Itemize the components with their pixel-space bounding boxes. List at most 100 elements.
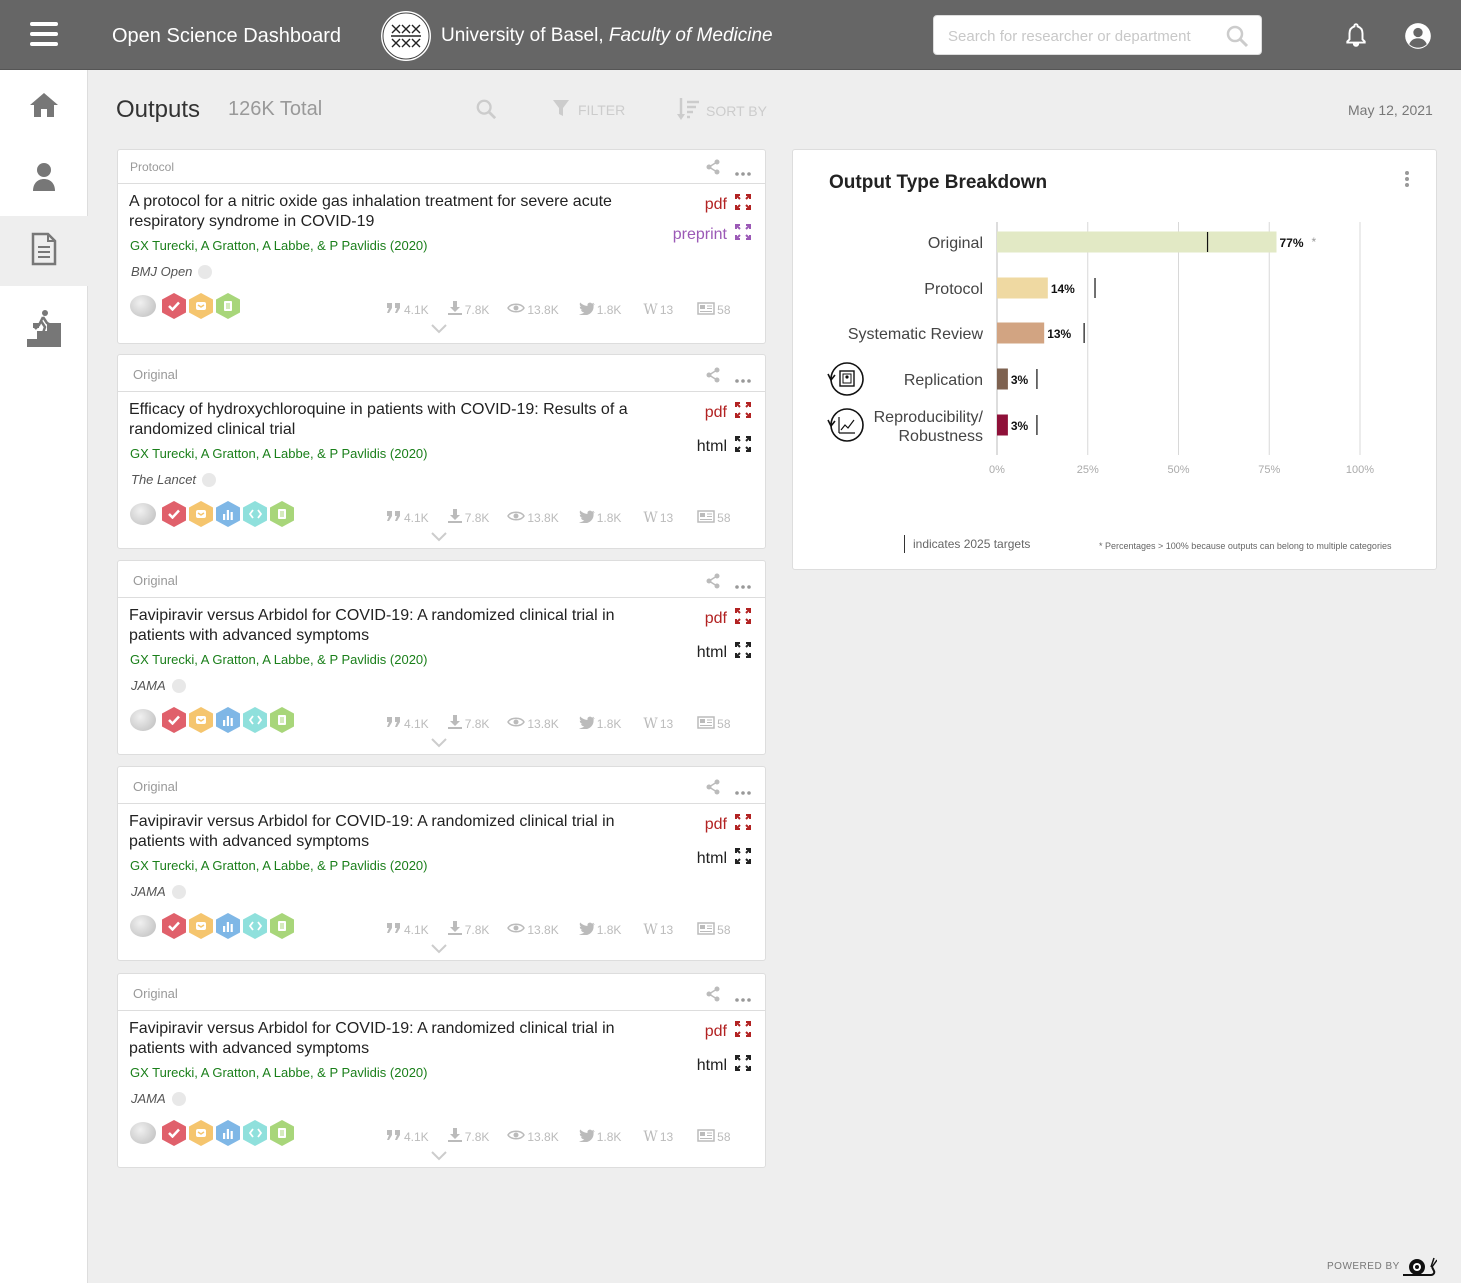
pdf-link[interactable]: pdf xyxy=(705,194,751,215)
wiki-metric[interactable]: W 13 xyxy=(643,1129,673,1145)
views-metric[interactable]: 13.8K xyxy=(507,716,559,731)
open-code-badge-icon[interactable] xyxy=(243,913,267,939)
output-title[interactable]: Favipiravir versus Arbidol for COVID-19:… xyxy=(129,812,669,852)
preregistration-badge-icon[interactable] xyxy=(270,501,294,527)
more-horizontal-icon[interactable] xyxy=(735,784,751,798)
open-data-badge-icon[interactable] xyxy=(216,913,240,939)
preregistration-badge-icon[interactable] xyxy=(270,913,294,939)
search-input[interactable] xyxy=(948,25,1218,47)
expand-card-chevron-icon[interactable] xyxy=(431,529,447,547)
sidebar-item-progress[interactable] xyxy=(0,296,88,366)
pdf-link[interactable]: pdf xyxy=(705,608,751,629)
downloads-metric[interactable]: 7.8K xyxy=(447,1128,489,1145)
citations-metric[interactable]: 4.1K xyxy=(386,922,429,937)
wiki-metric[interactable]: W 13 xyxy=(643,922,673,938)
output-card[interactable]: Original Favipiravir versus Arbidol for C… xyxy=(117,973,766,1168)
views-metric[interactable]: 13.8K xyxy=(507,922,559,937)
open-materials-badge-icon[interactable] xyxy=(189,501,213,527)
filter-button[interactable]: FILTER xyxy=(552,98,625,121)
html-link[interactable]: html xyxy=(697,436,751,457)
preregistration-badge-icon[interactable] xyxy=(270,1120,294,1146)
expand-card-chevron-icon[interactable] xyxy=(431,941,447,959)
notifications-bell-icon[interactable] xyxy=(1343,22,1369,53)
open-code-badge-icon[interactable] xyxy=(243,1120,267,1146)
sidebar-item-home[interactable] xyxy=(0,72,88,142)
tweets-metric[interactable]: 1.8K xyxy=(578,510,621,526)
output-card[interactable]: Original Favipiravir versus Arbidol for C… xyxy=(117,560,766,755)
more-horizontal-icon[interactable] xyxy=(735,165,751,179)
hamburger-menu-icon[interactable] xyxy=(30,22,58,46)
share-icon[interactable] xyxy=(705,367,721,388)
downloads-metric[interactable]: 7.8K xyxy=(447,715,489,732)
expand-card-chevron-icon[interactable] xyxy=(431,321,447,339)
downloads-metric[interactable]: 7.8K xyxy=(447,921,489,938)
output-card[interactable]: Original Favipiravir versus Arbidol for C… xyxy=(117,766,766,961)
open-data-badge-icon[interactable] xyxy=(216,1120,240,1146)
output-title[interactable]: A protocol for a nitric oxide gas inhala… xyxy=(129,192,669,232)
user-account-icon[interactable] xyxy=(1404,22,1432,55)
peer-review-badge-icon[interactable] xyxy=(162,501,186,527)
share-icon[interactable] xyxy=(705,986,721,1007)
news-metric[interactable]: 58 xyxy=(697,1128,731,1145)
peer-review-badge-icon[interactable] xyxy=(162,707,186,733)
open-materials-badge-icon[interactable] xyxy=(189,913,213,939)
output-authors[interactable]: GX Turecki, A Gratton, A Labbe, & P Pavl… xyxy=(130,238,427,253)
altmetric-sphere-icon[interactable] xyxy=(130,1122,156,1144)
share-icon[interactable] xyxy=(705,573,721,594)
wiki-metric[interactable]: W 13 xyxy=(643,716,673,732)
open-data-badge-icon[interactable] xyxy=(216,707,240,733)
open-code-badge-icon[interactable] xyxy=(243,707,267,733)
output-title[interactable]: Favipiravir versus Arbidol for COVID-19:… xyxy=(129,606,669,646)
news-metric[interactable]: 58 xyxy=(697,301,731,318)
news-metric[interactable]: 58 xyxy=(697,921,731,938)
expand-card-chevron-icon[interactable] xyxy=(431,735,447,753)
open-data-badge-icon[interactable] xyxy=(216,501,240,527)
sidebar-item-outputs[interactable] xyxy=(0,216,88,286)
output-authors[interactable]: GX Turecki, A Gratton, A Labbe, & P Pavl… xyxy=(130,446,427,461)
citations-metric[interactable]: 4.1K xyxy=(386,1129,429,1144)
views-metric[interactable]: 13.8K xyxy=(507,1129,559,1144)
news-metric[interactable]: 58 xyxy=(697,715,731,732)
altmetric-sphere-icon[interactable] xyxy=(130,295,156,317)
downloads-metric[interactable]: 7.8K xyxy=(447,509,489,526)
wiki-metric[interactable]: W 13 xyxy=(643,510,673,526)
peer-review-badge-icon[interactable] xyxy=(162,913,186,939)
tweets-metric[interactable]: 1.8K xyxy=(578,716,621,732)
open-materials-badge-icon[interactable] xyxy=(189,293,213,319)
pdf-link[interactable]: pdf xyxy=(705,814,751,835)
sidebar-item-researchers[interactable] xyxy=(0,144,88,214)
altmetric-sphere-icon[interactable] xyxy=(130,503,156,525)
output-title[interactable]: Favipiravir versus Arbidol for COVID-19:… xyxy=(129,1019,669,1059)
html-link[interactable]: html xyxy=(697,848,751,869)
tweets-metric[interactable]: 1.8K xyxy=(578,922,621,938)
output-card[interactable]: Original Efficacy of hydroxychloroquine i… xyxy=(117,354,766,549)
outputs-search-icon[interactable] xyxy=(475,98,497,125)
html-link[interactable]: html xyxy=(697,642,751,663)
share-icon[interactable] xyxy=(705,779,721,800)
peer-review-badge-icon[interactable] xyxy=(162,293,186,319)
pdf-link[interactable]: pdf xyxy=(705,1021,751,1042)
views-metric[interactable]: 13.8K xyxy=(507,510,559,525)
preprint-link[interactable]: preprint xyxy=(673,224,751,245)
expand-card-chevron-icon[interactable] xyxy=(431,1148,447,1166)
altmetric-sphere-icon[interactable] xyxy=(130,915,156,937)
news-metric[interactable]: 58 xyxy=(697,509,731,526)
html-link[interactable]: html xyxy=(697,1055,751,1076)
more-horizontal-icon[interactable] xyxy=(735,578,751,592)
open-materials-badge-icon[interactable] xyxy=(189,1120,213,1146)
citations-metric[interactable]: 4.1K xyxy=(386,302,429,317)
altmetric-sphere-icon[interactable] xyxy=(130,709,156,731)
output-authors[interactable]: GX Turecki, A Gratton, A Labbe, & P Pavl… xyxy=(130,652,427,667)
preregistration-badge-icon[interactable] xyxy=(216,293,240,319)
more-horizontal-icon[interactable] xyxy=(735,991,751,1005)
tweets-metric[interactable]: 1.8K xyxy=(578,1129,621,1145)
preregistration-badge-icon[interactable] xyxy=(270,707,294,733)
pdf-link[interactable]: pdf xyxy=(705,402,751,423)
peer-review-badge-icon[interactable] xyxy=(162,1120,186,1146)
app-title[interactable]: Open Science Dashboard xyxy=(112,25,341,48)
open-code-badge-icon[interactable] xyxy=(243,501,267,527)
output-authors[interactable]: GX Turecki, A Gratton, A Labbe, & P Pavl… xyxy=(130,1065,427,1080)
open-materials-badge-icon[interactable] xyxy=(189,707,213,733)
more-horizontal-icon[interactable] xyxy=(735,372,751,386)
downloads-metric[interactable]: 7.8K xyxy=(447,301,489,318)
